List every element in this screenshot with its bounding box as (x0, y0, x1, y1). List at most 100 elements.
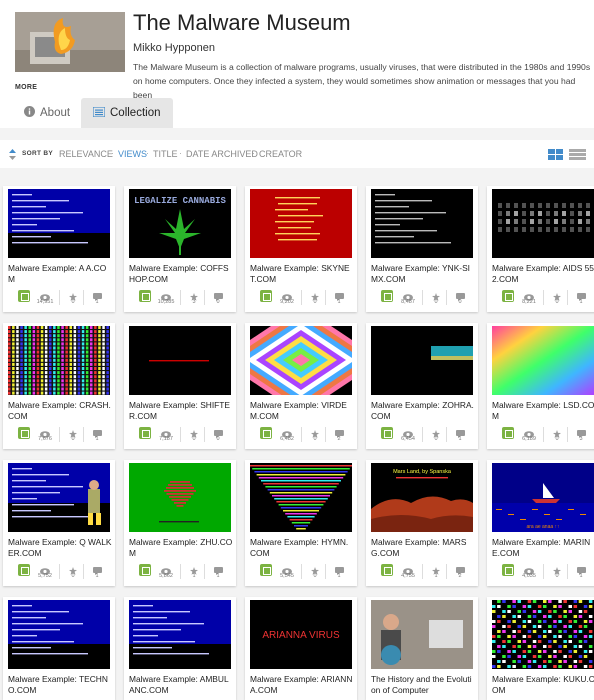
item-thumbnail[interactable] (250, 189, 352, 258)
tab-about[interactable]: About (12, 98, 82, 128)
item-title[interactable]: Malware Example: ARIANNA.COM (250, 674, 354, 695)
collection-item-card[interactable]: Malware Example: AMBULANC.COM (124, 597, 236, 700)
item-thumbnail[interactable] (8, 326, 110, 395)
collection-item-card[interactable]: ARIANNA VIRUS Malware Example: ARIANNA.CO… (245, 597, 357, 700)
star-icon (545, 425, 569, 438)
collection-thumbnail[interactable] (15, 12, 125, 72)
item-thumbnail[interactable] (129, 600, 231, 669)
item-thumbnail[interactable]: LEGALIZE CANNABIS (129, 189, 231, 258)
item-title[interactable]: Malware Example: COFFSHOP.COM (129, 263, 233, 284)
collection-item-card[interactable]: Malware Example: KUKU.COM (487, 597, 594, 700)
item-thumbnail[interactable] (371, 326, 473, 395)
item-stats: 4,035 0 1 (487, 560, 594, 584)
item-title[interactable]: Malware Example: LSD.COM (492, 400, 594, 421)
item-title[interactable]: Malware Example: SHIFTER.COM (129, 400, 233, 421)
eye-icon (517, 288, 541, 301)
item-thumbnail[interactable] (8, 600, 110, 669)
collection-icon (139, 564, 151, 576)
item-title[interactable]: Malware Example: VIRDEM.COM (250, 400, 354, 421)
collection-item-card[interactable]: The History and the Evolution of Compute… (366, 597, 478, 700)
collection-item-card[interactable]: Malware Example: YNK-SIMX.COM 8,487 0 0 (366, 186, 478, 312)
sort-arrows-icon[interactable] (9, 149, 16, 160)
favorites-stat: 0 (424, 288, 448, 305)
sort-option-views[interactable]: VIEWS (118, 149, 147, 159)
item-title[interactable]: Malware Example: ZHU.COM (129, 537, 233, 558)
views-stat: 5,862 (154, 562, 178, 579)
item-title[interactable]: Malware Example: CRASH.COM (8, 400, 112, 421)
collection-item-card[interactable]: Malware Example: Q WALKER.COM 5,752 0 1 (3, 460, 115, 586)
collection-item-card[interactable]: Malware Example: ZOHRA.COM 6,454 0 1 (366, 323, 478, 449)
item-title[interactable]: Malware Example: Q WALKER.COM (8, 537, 112, 558)
item-thumbnail[interactable] (492, 600, 594, 669)
collection-icon (381, 564, 393, 576)
favorites-count: 0 (192, 436, 196, 442)
item-title[interactable]: Malware Example: KUKU.COM (492, 674, 594, 695)
collection-item-card[interactable]: Malware Example: HYMN.COM 5,545 0 1 (245, 460, 357, 586)
sort-option-creator[interactable]: CREATOR (259, 149, 302, 159)
views-stat: 9,202 (275, 288, 299, 305)
collection-item-card[interactable]: LEGALIZE CANNABIS Malware Example: COFFSH… (124, 186, 236, 312)
item-thumbnail[interactable] (129, 326, 231, 395)
reviews-stat: 1 (206, 562, 230, 579)
item-title[interactable]: Malware Example: TECHNO.COM (8, 674, 112, 695)
item-title[interactable]: Malware Example: MARINE.COM (492, 537, 594, 558)
collection-item-card[interactable]: Malware Example: ZHU.COM 5,862 1 1 (124, 460, 236, 586)
item-title[interactable]: Malware Example: HYMN.COM (250, 537, 354, 558)
collection-item-card[interactable]: Malware Example: A A.COM 14,951 0 1 (3, 186, 115, 312)
item-thumbnail[interactable] (371, 600, 473, 669)
item-title[interactable]: Malware Example: ZOHRA.COM (371, 400, 475, 421)
favorites-count: 0 (555, 299, 559, 305)
stat-divider (59, 427, 60, 442)
reviews-stat: 0 (206, 288, 230, 305)
favorites-stat: 0 (545, 562, 569, 579)
svg-text:LEGALIZE CANNABIS: LEGALIZE CANNABIS (134, 196, 226, 206)
item-title[interactable]: Malware Example: YNK-SIMX.COM (371, 263, 475, 284)
creator-name[interactable]: Mikko Hypponen (133, 42, 215, 54)
item-title[interactable]: Malware Example: AMBULANC.COM (129, 674, 233, 695)
view-toggle-icons[interactable] (548, 149, 588, 161)
item-title[interactable]: Malware Example: A A.COM (8, 263, 112, 284)
stat-divider (543, 290, 544, 305)
item-thumbnail[interactable] (8, 463, 110, 532)
eye-icon (396, 288, 420, 301)
item-thumbnail[interactable] (8, 189, 110, 258)
collection-item-card[interactable]: Malware Example: LSD.COM 6,189 0 3 (487, 323, 594, 449)
sort-option-date-archived[interactable]: DATE ARCHIVED (186, 149, 258, 159)
item-thumbnail[interactable] (250, 326, 352, 395)
collection-item-card[interactable]: Malware Example: TECHNO.COM (3, 597, 115, 700)
item-stats: 5,545 0 1 (245, 560, 357, 584)
tab-collection[interactable]: Collection (81, 98, 173, 128)
more-link[interactable]: MORE (15, 84, 37, 91)
item-title[interactable]: The History and the Evolution of Compute… (371, 674, 475, 695)
item-thumbnail[interactable]: Mars Land, by Spanska (371, 463, 473, 532)
collection-icon (18, 290, 30, 302)
star-icon (545, 562, 569, 575)
sort-option-title[interactable]: TITLE (153, 149, 178, 159)
collection-item-card[interactable]: ara ae anaa ↑↑ Malware Example: MARINE.CO… (487, 460, 594, 586)
item-thumbnail[interactable]: ara ae anaa ↑↑ (492, 463, 594, 532)
favorites-stat: 0 (303, 288, 327, 305)
item-thumbnail[interactable] (371, 189, 473, 258)
item-title[interactable]: Malware Example: MARS G.COM (371, 537, 475, 558)
item-thumbnail[interactable] (129, 463, 231, 532)
item-thumbnail[interactable] (492, 189, 594, 258)
sort-option-relevance[interactable]: RELEVANCE (59, 149, 113, 159)
collection-item-card[interactable]: Malware Example: VIRDEM.COM 6,482 0 2 (245, 323, 357, 449)
collection-item-card[interactable]: Malware Example: CRASH.COM 7,676 0 1 (3, 323, 115, 449)
eye-icon (517, 562, 541, 575)
item-stats: 6,482 0 2 (245, 423, 357, 447)
collection-item-card[interactable]: Malware Example: SKYNET.COM 9,202 0 1 (245, 186, 357, 312)
eye-icon (154, 425, 178, 438)
item-thumbnail[interactable]: ARIANNA VIRUS (250, 600, 352, 669)
collection-item-card[interactable]: Malware Example: AIDS 552.COM 8,221 0 1 (487, 186, 594, 312)
collection-item-card[interactable]: Malware Example: SHIFTER.COM 7,187 0 0 (124, 323, 236, 449)
views-stat: 10,285 (154, 288, 178, 305)
views-stat: 7,676 (33, 425, 57, 442)
reviews-count: 0 (216, 436, 220, 442)
collection-item-card[interactable]: Mars Land, by Spanska Malware Example: MA… (366, 460, 478, 586)
item-thumbnail[interactable] (250, 463, 352, 532)
item-title[interactable]: Malware Example: SKYNET.COM (250, 263, 354, 284)
item-title[interactable]: Malware Example: AIDS 552.COM (492, 263, 594, 284)
reviews-count: 1 (458, 436, 462, 442)
item-thumbnail[interactable] (492, 326, 594, 395)
